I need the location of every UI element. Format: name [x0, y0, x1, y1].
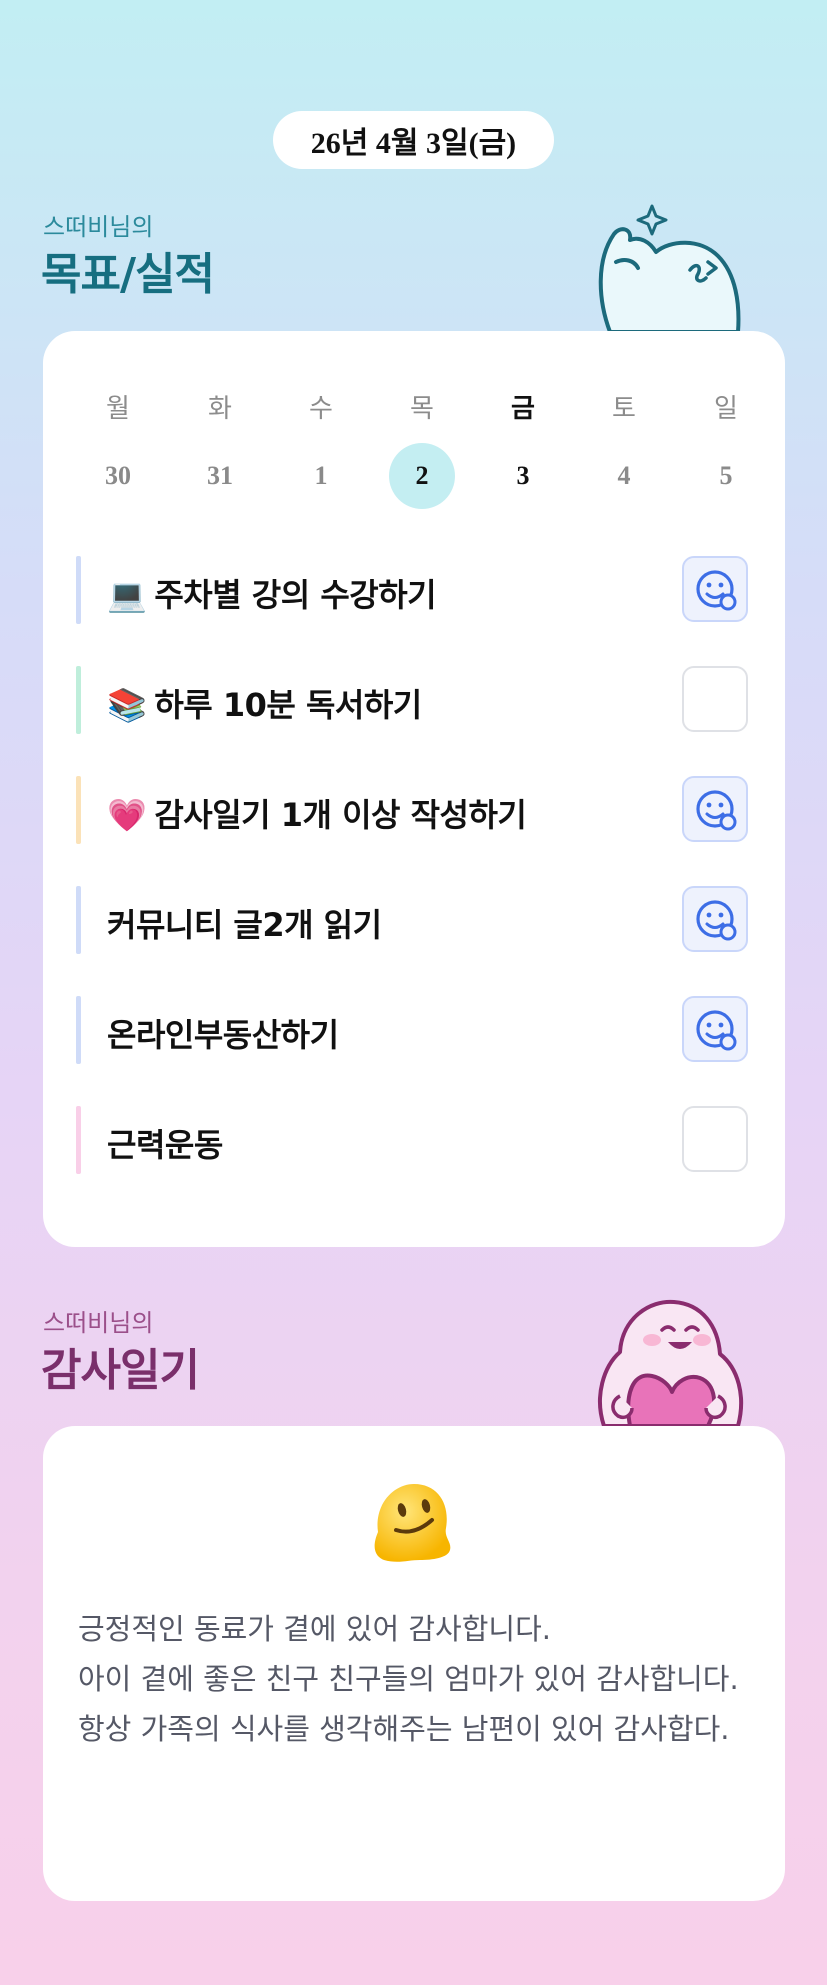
date-label: 26년 4월 3일(금)	[310, 127, 517, 160]
goal-label: 커뮤니티 글2개 읽기	[107, 906, 382, 944]
goal-checkbox-done[interactable]	[682, 556, 748, 622]
goal-label: 주차별 강의 수강하기	[154, 576, 437, 614]
date-cell[interactable]: 31	[187, 443, 253, 509]
books-icon: 📚	[107, 686, 147, 724]
date-pill[interactable]: 26년 4월 3일(금)	[273, 111, 554, 169]
goal-label: 하루 10분 독서하기	[154, 686, 422, 724]
goals-subtitle: 스떠비님의	[43, 213, 154, 241]
goal-color-bar	[76, 886, 81, 954]
weekday-mon: 월	[106, 393, 130, 424]
goal-color-bar	[76, 996, 81, 1064]
weekday-tue: 화	[208, 393, 232, 424]
goal-item: 온라인부동산하기	[76, 996, 756, 1064]
goals-title: 목표/실적	[41, 249, 215, 300]
goal-item: 근력운동	[76, 1106, 756, 1174]
goal-label: 감사일기 1개 이상 작성하기	[154, 796, 527, 834]
smile-check-icon	[690, 564, 744, 618]
weekday-wed: 수	[309, 393, 333, 424]
goal-label: 근력운동	[107, 1126, 223, 1164]
weekday-fri: 금	[511, 393, 535, 424]
goal-checkbox-done[interactable]	[682, 776, 748, 842]
smile-check-icon	[690, 784, 744, 838]
goal-checkbox-done[interactable]	[682, 996, 748, 1062]
smile-check-icon	[690, 1004, 744, 1058]
goal-checkbox[interactable]	[682, 666, 748, 732]
goal-color-bar	[76, 776, 81, 844]
diary-text: 긍정적인 동료가 곁에 있어 감사합니다. 아이 곁에 좋은 친구 친구들의 엄…	[78, 1612, 739, 1746]
date-cell-selected[interactable]: 2	[389, 443, 455, 509]
goal-item: 💻 주차별 강의 수강하기	[76, 556, 756, 624]
goals-card: 월 화 수 목 금 토 일 30 31 1 2 3 4 5 💻 주차별 강의 수강…	[43, 331, 785, 1247]
goal-item: 📚 하루 10분 독서하기	[76, 666, 756, 734]
weekday-sun: 일	[714, 393, 738, 424]
weekday-sat: 토	[612, 393, 636, 424]
melting-face-icon	[374, 1484, 451, 1562]
goal-item: 커뮤니티 글2개 읽기	[76, 886, 756, 954]
mascot-thumbs-up-icon	[598, 204, 741, 334]
weekday-row: 월 화 수 목 금 토 일	[43, 373, 785, 433]
goal-color-bar	[76, 666, 81, 734]
heart-icon: 💗	[107, 796, 147, 834]
date-cell-today[interactable]: 3	[490, 443, 556, 509]
smile-check-icon	[690, 894, 744, 948]
date-cell[interactable]: 1	[288, 443, 354, 509]
diary-title: 감사일기	[41, 1345, 200, 1396]
goal-color-bar	[76, 1106, 81, 1174]
date-cell[interactable]: 5	[693, 443, 759, 509]
goal-checkbox[interactable]	[682, 1106, 748, 1172]
weekday-thu: 목	[410, 393, 434, 424]
date-cell[interactable]: 4	[591, 443, 657, 509]
date-cell[interactable]: 30	[85, 443, 151, 509]
goal-checkbox-done[interactable]	[682, 886, 748, 952]
diary-subtitle: 스떠비님의	[43, 1309, 154, 1337]
goal-item: 💗 감사일기 1개 이상 작성하기	[76, 776, 756, 844]
goal-color-bar	[76, 556, 81, 624]
diary-card: 긍정적인 동료가 곁에 있어 감사합니다. 아이 곁에 좋은 친구 친구들의 엄…	[43, 1426, 785, 1901]
date-row: 30 31 1 2 3 4 5	[43, 443, 785, 509]
goal-label: 온라인부동산하기	[107, 1016, 339, 1054]
mascot-heart-icon	[598, 1299, 744, 1426]
laptop-icon: 💻	[107, 576, 147, 614]
